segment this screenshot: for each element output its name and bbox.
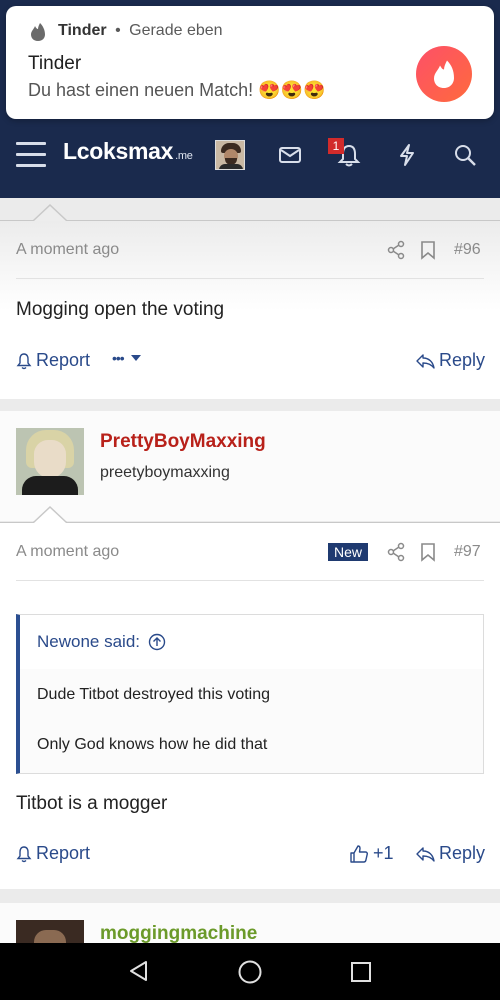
lightning-icon[interactable] [394,142,420,168]
notification-separator: • [115,22,121,39]
username[interactable]: moggingmachine [100,923,257,943]
quote-line: Dude Titbot destroyed this voting [37,686,271,703]
reply-label: Reply [439,843,486,863]
reply-button[interactable]: Reply [415,843,485,864]
menu-icon[interactable] [16,142,46,168]
quote-author[interactable]: Newone said: [37,632,166,652]
post-divider [16,580,484,581]
notification-header: Tinder • Gerade eben [58,22,223,40]
post-96: A moment ago #96 Mogging open the voting… [0,221,500,399]
alerts-badge: 1 [328,138,344,154]
report-label: Report [36,350,91,370]
share-icon[interactable] [386,542,406,562]
quote-line: Only God knows how he did that [37,736,268,753]
post-98-user-block: moggingmachine [0,903,500,943]
post-divider [16,278,484,279]
search-icon[interactable] [452,142,478,168]
quote-author-label: Newone said: [37,632,141,651]
envelope-icon[interactable] [277,142,303,168]
post-text: Titbot is a mogger [16,793,168,814]
tinder-notification[interactable]: Tinder • Gerade eben Tinder Du hast eine… [6,6,494,119]
post-number[interactable]: #97 [454,543,481,561]
notification-body: Du hast einen neuen Match! 😍😍😍 [28,80,326,100]
notification-title: Tinder [28,53,82,74]
bookmark-icon[interactable] [420,240,436,260]
more-options-button[interactable]: ••• [112,350,142,366]
bell-icon [16,352,32,369]
avatar[interactable] [215,140,245,170]
report-button[interactable]: Report [16,350,90,371]
site-logo[interactable]: Lcoksmax .me [63,138,193,165]
bookmark-icon[interactable] [420,542,436,562]
logo-sub: .me [175,150,193,162]
arrow-up-circle-icon[interactable] [148,633,166,651]
tinder-flame-icon [31,23,45,41]
tinder-app-icon [416,46,472,102]
like-count: +1 [373,843,394,863]
like-button[interactable]: +1 [349,843,394,864]
post-97-user-block: PrettyBoyMaxxing preetyboymaxxing [0,411,500,521]
post-time[interactable]: A moment ago [16,241,119,259]
reply-icon [416,353,435,369]
reply-label: Reply [439,350,486,370]
more-label: ••• [112,350,125,366]
user-avatar[interactable] [16,428,84,495]
post-text: Mogging open the voting [16,299,225,320]
post-number[interactable]: #96 [454,241,481,259]
user-title: preetyboymaxxing [100,464,230,481]
share-icon[interactable] [386,240,406,260]
notification-app: Tinder [58,22,107,39]
back-icon[interactable] [128,960,150,982]
report-button[interactable]: Report [16,843,90,864]
new-badge: New [328,543,368,561]
report-label: Report [36,843,91,863]
bell-icon [16,845,32,862]
home-icon[interactable] [237,959,263,985]
message-pointer-fill [34,508,66,523]
quote-header: Newone said: [20,615,483,669]
message-pointer-fill [34,206,66,221]
thumbs-up-icon [350,844,368,863]
recents-icon[interactable] [350,961,372,983]
nav-row: Lcoksmax .me 1 [0,128,500,184]
reply-button[interactable]: Reply [415,350,485,371]
username[interactable]: PrettyBoyMaxxing [100,431,266,453]
post-time[interactable]: A moment ago [16,543,119,561]
logo-main: Lcoksmax [63,138,174,164]
caret-down-icon [130,355,141,361]
user-avatar[interactable] [16,920,84,943]
reply-icon [416,846,435,862]
android-nav-bar [0,943,500,1000]
notification-time: Gerade eben [129,22,223,39]
quote-block: Newone said: Dude Titbot destroyed this … [16,614,484,774]
